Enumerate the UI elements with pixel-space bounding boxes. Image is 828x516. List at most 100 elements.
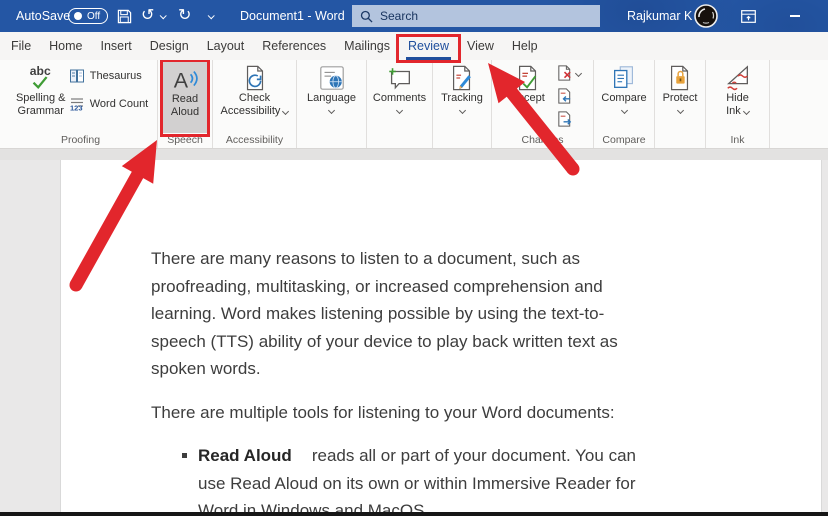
chevron-down-icon — [676, 107, 683, 114]
chevron-down-icon — [208, 12, 215, 19]
thesaurus-button[interactable]: Thesaurus — [69, 68, 149, 84]
read-aloud-icon: A — [171, 65, 199, 93]
reject-icon — [556, 64, 573, 82]
group-speech: A Read Aloud Speech — [158, 60, 213, 148]
group-label-accessibility: Accessibility — [213, 134, 296, 148]
autosave-toggle-pill[interactable]: Off — [68, 8, 108, 24]
search-input[interactable] — [380, 9, 570, 23]
tab-references[interactable]: References — [253, 32, 335, 60]
tab-layout[interactable]: Layout — [198, 32, 254, 60]
hide-ink-icon — [724, 64, 752, 92]
check-accessibility-icon — [241, 64, 269, 92]
group-language: Language — [297, 60, 367, 148]
tab-help[interactable]: Help — [503, 32, 547, 60]
tab-insert[interactable]: Insert — [92, 32, 141, 60]
autosave-toggle[interactable]: Off — [68, 0, 108, 32]
language-button[interactable]: Language — [299, 60, 365, 134]
chevron-down-icon — [396, 107, 403, 114]
bullet-line: Read Aloudreads all or part of your docu… — [198, 442, 636, 470]
tab-file[interactable]: File — [2, 32, 40, 60]
chevron-down-icon — [575, 69, 582, 76]
tracking-icon — [448, 64, 476, 92]
ribbon: abc Spelling & Grammar — [0, 60, 828, 148]
group-comments: Comments — [367, 60, 433, 148]
search-icon — [360, 10, 373, 23]
search-box[interactable] — [352, 5, 600, 27]
paragraph-line: There are multiple tools for listening t… — [151, 399, 615, 427]
check-accessibility-button[interactable]: Check Accessibility — [215, 60, 295, 134]
paragraph-line: spoken words. — [151, 355, 261, 383]
svg-text:A: A — [174, 68, 189, 92]
autosave-state: Off — [87, 11, 100, 22]
title-bar: AutoSave Off ↺ ↻ Document1 - Word — [0, 0, 828, 32]
reject-button[interactable] — [556, 64, 581, 82]
ribbon-tab-row: File Home Insert Design Layout Reference… — [0, 32, 828, 60]
read-aloud-button[interactable]: A Read Aloud — [162, 61, 208, 133]
paragraph-line: learning. Word makes listening possible … — [151, 300, 604, 328]
comments-icon — [386, 64, 414, 92]
group-compare: Compare Compare — [594, 60, 655, 148]
group-changes: Accept — [492, 60, 594, 148]
paragraph-line: speech (TTS) ability of your device to p… — [151, 328, 618, 356]
group-label-language — [297, 134, 366, 148]
chevron-down-icon — [524, 107, 531, 114]
account-avatar[interactable] — [694, 0, 718, 32]
ribbon-display-options-button[interactable] — [741, 0, 756, 32]
compare-button[interactable]: Compare — [595, 60, 653, 134]
screenshot-bottom-edge — [0, 512, 828, 516]
chevron-down-icon — [282, 108, 289, 115]
undo-button[interactable]: ↺ — [141, 0, 154, 32]
save-button[interactable] — [117, 0, 132, 32]
save-icon — [117, 9, 132, 24]
language-icon — [318, 64, 346, 92]
word-count-icon: 123 — [69, 96, 85, 112]
word-count-button[interactable]: 123 Word Count — [69, 96, 149, 112]
group-protect: Protect — [655, 60, 706, 148]
protect-button[interactable]: Protect — [655, 60, 705, 134]
group-label-ink: Ink — [706, 134, 769, 148]
document-page[interactable]: There are many reasons to listen to a do… — [60, 158, 822, 512]
tab-review[interactable]: Review — [399, 32, 458, 60]
tracking-button[interactable]: Tracking — [434, 60, 490, 134]
previous-change-button[interactable] — [556, 87, 581, 105]
ribbon-document-separator — [0, 148, 828, 160]
chevron-down-icon — [160, 12, 167, 19]
group-ink: Hide Ink Ink — [706, 60, 770, 148]
tab-view[interactable]: View — [458, 32, 503, 60]
undo-dropdown[interactable] — [160, 0, 165, 32]
bullet-icon — [182, 453, 187, 458]
paragraph-line: There are many reasons to listen to a do… — [151, 245, 580, 273]
redo-button[interactable]: ↻ — [178, 0, 191, 32]
tab-design[interactable]: Design — [141, 32, 198, 60]
hide-ink-button[interactable]: Hide Ink — [708, 60, 768, 134]
svg-text:123: 123 — [70, 104, 83, 113]
group-label-tracking — [433, 134, 491, 148]
group-label-proofing: Proofing — [4, 134, 157, 148]
minimize-button[interactable] — [790, 0, 800, 32]
next-change-button[interactable] — [556, 110, 581, 128]
bullet-line: use Read Aloud on its own or within Imme… — [198, 470, 635, 498]
avatar-icon — [694, 4, 718, 28]
spelling-grammar-button[interactable]: abc Spelling & Grammar — [13, 60, 69, 134]
previous-change-icon — [556, 87, 573, 105]
quick-access-toolbar-menu[interactable] — [208, 0, 213, 32]
word-window: AutoSave Off ↺ ↻ Document1 - Word — [0, 0, 828, 516]
document-area: There are many reasons to listen to a do… — [0, 160, 828, 516]
minimize-icon — [790, 15, 800, 17]
selected-tab-underline — [406, 57, 451, 60]
chevron-down-icon — [458, 107, 465, 114]
comments-button[interactable]: Comments — [368, 60, 432, 134]
autosave-label: AutoSave — [16, 0, 70, 32]
chevron-down-icon — [328, 107, 335, 114]
bullet-bold-text: Read Aloud — [198, 446, 292, 465]
chevron-down-icon — [743, 108, 750, 115]
tab-mailings[interactable]: Mailings — [335, 32, 399, 60]
ribbon-display-options-icon — [741, 10, 756, 23]
group-label-protect — [655, 134, 705, 148]
account-name: Rajkumar K — [627, 0, 692, 32]
compare-icon — [610, 64, 638, 92]
tab-home[interactable]: Home — [40, 32, 91, 60]
paragraph-line: proofreading, multitasking, or increased… — [151, 273, 603, 301]
accept-button[interactable]: Accept — [504, 60, 552, 134]
chevron-down-icon — [620, 107, 627, 114]
